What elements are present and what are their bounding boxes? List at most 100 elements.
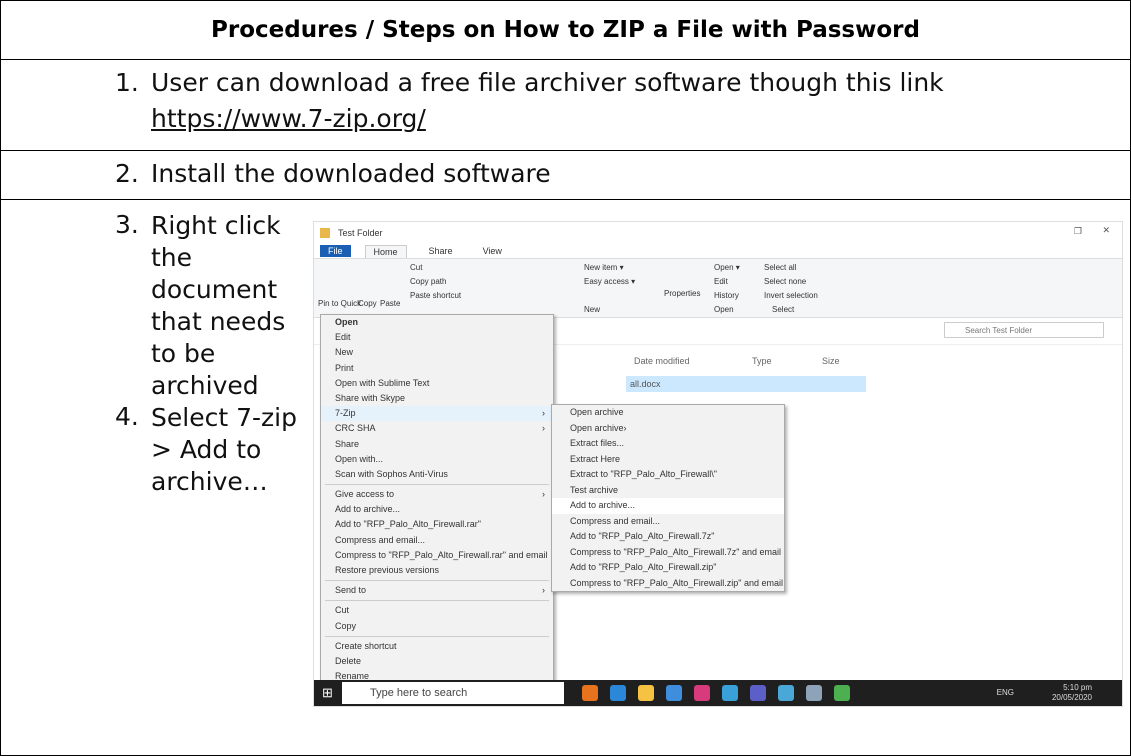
column-type[interactable]: Type [752,356,772,366]
context-menu-item[interactable]: Give access to › [321,487,553,502]
context-menu-item[interactable]: Create shortcut [321,639,553,654]
pin-button[interactable]: Pin to Quick [318,299,361,308]
context-menu-item[interactable]: Copy [321,619,553,634]
group-select-label: Select [772,305,795,314]
context-menu-item[interactable]: Open with... [321,452,553,467]
context-menu-item[interactable]: CRC SHA › [321,421,553,436]
easy-access-button[interactable]: Easy access ▾ [584,277,635,286]
submenu-item[interactable]: Add to "RFP_Palo_Alto_Firewall.zip" [552,560,784,576]
column-size[interactable]: Size [822,356,840,366]
new-item-button[interactable]: New item ▾ [584,263,624,272]
submenu-item[interactable]: Compress to "RFP_Palo_Alto_Firewall.zip"… [552,576,784,592]
file-row[interactable]: all.docx [626,376,866,392]
context-menu-item[interactable]: Delete [321,654,553,669]
context-menu-item[interactable]: New [321,345,553,360]
submenu-item[interactable]: Open archive› [552,421,784,437]
submenu-item[interactable]: Extract Here [552,452,784,468]
tab-view[interactable]: View [475,245,510,257]
open-button[interactable]: Open ▾ [714,263,740,272]
submenu-item[interactable]: Add to archive... [552,498,784,514]
context-menu-item[interactable]: Compress and email... [321,533,553,548]
step-3-text: Right click the document that needs to b… [151,210,285,402]
context-menu-item[interactable]: Send to › [321,583,553,598]
properties-button[interactable]: Properties [664,289,700,298]
language-indicator[interactable]: ENG [997,688,1014,697]
step-1-link[interactable]: https://www.7-zip.org/ [151,104,426,133]
cut-button[interactable]: Cut [410,263,422,272]
app-icon[interactable] [750,685,766,701]
step-3-4-row: 3. Right click the document that needs t… [0,199,1131,756]
clock-date: 20/05/2020 [1051,693,1092,702]
paste-shortcut-button[interactable]: Paste shortcut [410,291,461,300]
7zip-submenu: Open archive Open archive› Extract files..… [551,404,785,592]
context-menu-item[interactable]: Add to archive... [321,502,553,517]
tab-home[interactable]: Home [364,244,407,258]
group-new-label: New [584,305,601,314]
windows-start-icon[interactable]: ⊞ [322,685,333,701]
context-menu-item[interactable]: Cut [321,603,553,618]
context-menu-item[interactable]: Edit [321,330,553,345]
context-menu-item[interactable]: Open with Sublime Text [321,376,553,391]
context-menu-item[interactable]: Open [321,315,553,330]
app-icon[interactable] [834,685,850,701]
paste-button[interactable]: Paste [380,299,400,308]
chevron-right-icon: › [542,585,545,596]
taskbar-search[interactable]: Type here to search [342,682,564,704]
edit-button[interactable]: Edit [714,277,728,286]
menu-divider [325,484,549,486]
context-menu-item[interactable]: Scan with Sophos Anti-Virus [321,467,553,482]
table-title: Procedures / Steps on How to ZIP a File … [0,0,1131,60]
copy-path-button[interactable]: Copy path [410,277,446,286]
submenu-item[interactable]: Compress to "RFP_Palo_Alto_Firewall.7z" … [552,545,784,561]
taskbar-clock[interactable]: 5:10 pm 20/05/2020 [1052,683,1092,703]
submenu-item[interactable]: Extract to "RFP_Palo_Alto_Firewall\" [552,467,784,483]
app-icon[interactable] [778,685,794,701]
submenu-item[interactable]: Open archive [552,405,784,421]
close-icon[interactable]: ✕ [1102,225,1110,236]
chevron-right-icon: › [542,408,545,419]
app-icon[interactable] [638,685,654,701]
tab-file[interactable]: File [320,245,351,257]
step-4-number: 4. [115,402,139,431]
step-3-line: Right click [151,211,281,240]
menu-divider [325,635,549,637]
step-1-text: User can download a free file archiver s… [151,68,944,97]
procedure-table: Procedures / Steps on How to ZIP a File … [0,0,1131,756]
context-menu-item[interactable]: Compress to "RFP_Palo_Alto_Firewall.rar"… [321,548,553,563]
document: Procedures / Steps on How to ZIP a File … [0,0,1131,756]
invert-selection-button[interactable]: Invert selection [764,291,818,300]
app-icon[interactable] [582,685,598,701]
history-button[interactable]: History [714,291,739,300]
group-open-label: Open [714,305,734,314]
restore-icon[interactable]: ❐ [1074,226,1082,237]
context-menu-item[interactable]: Restore previous versions [321,563,553,578]
app-icon[interactable] [694,685,710,701]
copy-button[interactable]: Copy [358,299,377,308]
context-menu-item[interactable]: Share [321,437,553,452]
menu-divider [325,580,549,582]
step-3-line: that needs [151,307,286,336]
context-menu-item[interactable]: Share with Skype [321,391,553,406]
select-all-button[interactable]: Select all [764,263,796,272]
select-none-button[interactable]: Select none [764,277,806,286]
tab-share[interactable]: Share [421,245,461,257]
context-menu-item[interactable]: Add to "RFP_Palo_Alto_Firewall.rar" [321,517,553,532]
context-menu-item[interactable]: 7-Zip › [321,406,553,422]
app-icon[interactable] [610,685,626,701]
ribbon: Pin to Quick Copy Paste Cut Copy path Pa… [314,258,1122,318]
submenu-item[interactable]: Add to "RFP_Palo_Alto_Firewall.7z" [552,529,784,545]
app-icon[interactable] [666,685,682,701]
explorer-screenshot: Test Folder ❐ ✕ File Home Share View Pin… [313,221,1123,707]
step-3-line: archived [151,371,259,400]
app-icon[interactable] [806,685,822,701]
submenu-item[interactable]: Extract files... [552,436,784,452]
column-date[interactable]: Date modified [634,356,690,366]
step-4-line: Select 7-zip [151,403,297,432]
context-menu-item[interactable]: Print [321,361,553,376]
search-input[interactable]: Search Test Folder [944,322,1104,338]
submenu-item[interactable]: Compress and email... [552,514,784,530]
step-2-number: 2. [115,159,139,188]
taskbar: ⊞ Type here to search ENG 5:10 pm 20/05/… [314,680,1122,706]
app-icon[interactable] [722,685,738,701]
submenu-item[interactable]: Test archive [552,483,784,499]
